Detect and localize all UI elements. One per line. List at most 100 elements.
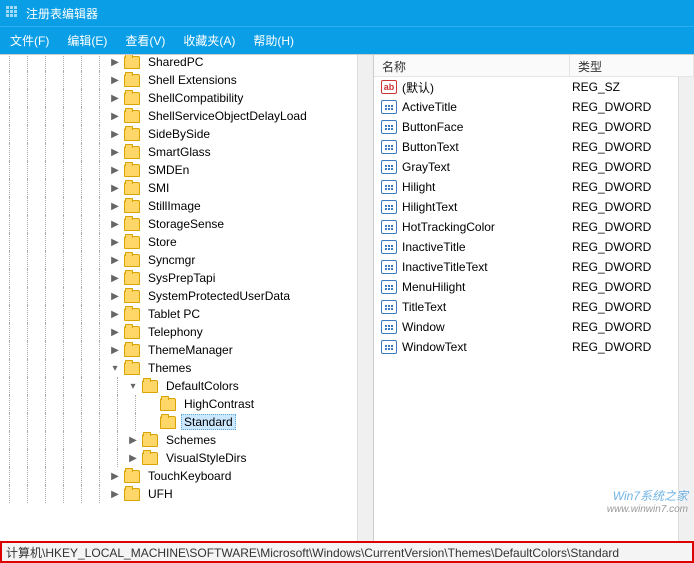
value-row[interactable]: GrayTextREG_DWORD bbox=[374, 157, 694, 177]
folder-icon bbox=[160, 416, 176, 429]
chevron-right-icon[interactable]: ▶ bbox=[108, 217, 122, 231]
value-row[interactable]: ab(默认)REG_SZ bbox=[374, 77, 694, 97]
chevron-right-icon[interactable]: ▶ bbox=[126, 433, 140, 447]
value-row[interactable]: TitleTextREG_DWORD bbox=[374, 297, 694, 317]
tree-item-label: UFH bbox=[145, 486, 176, 502]
value-name: HotTrackingColor bbox=[402, 220, 572, 234]
tree-item[interactable]: ▶ShellCompatibility bbox=[0, 89, 373, 107]
chevron-right-icon[interactable]: ▶ bbox=[108, 199, 122, 213]
tree-item[interactable]: ▶SystemProtectedUserData bbox=[0, 287, 373, 305]
chevron-right-icon[interactable]: ▶ bbox=[108, 73, 122, 87]
value-row[interactable]: WindowTextREG_DWORD bbox=[374, 337, 694, 357]
menu-view[interactable]: 查看(V) bbox=[125, 32, 165, 49]
value-row[interactable]: HotTrackingColorREG_DWORD bbox=[374, 217, 694, 237]
chevron-right-icon[interactable]: ▶ bbox=[108, 469, 122, 483]
tree-item[interactable]: ▶Store bbox=[0, 233, 373, 251]
chevron-right-icon[interactable]: ▶ bbox=[108, 487, 122, 501]
values-pane[interactable]: 名称 类型 ab(默认)REG_SZActiveTitleREG_DWORDBu… bbox=[374, 55, 694, 541]
value-name: InactiveTitle bbox=[402, 240, 572, 254]
value-row[interactable]: ActiveTitleREG_DWORD bbox=[374, 97, 694, 117]
chevron-right-icon[interactable]: ▶ bbox=[108, 109, 122, 123]
value-row[interactable]: HilightTextREG_DWORD bbox=[374, 197, 694, 217]
value-type: REG_DWORD bbox=[572, 200, 651, 214]
folder-icon bbox=[124, 488, 140, 501]
chevron-right-icon[interactable]: ▶ bbox=[108, 127, 122, 141]
value-row[interactable]: WindowREG_DWORD bbox=[374, 317, 694, 337]
folder-icon bbox=[160, 398, 176, 411]
tree-item-label: SideBySide bbox=[145, 126, 213, 142]
tree-item[interactable]: ▶ StillImage bbox=[0, 197, 373, 215]
menu-edit[interactable]: 编辑(E) bbox=[67, 32, 107, 49]
chevron-right-icon[interactable]: ▶ bbox=[108, 235, 122, 249]
chevron-right-icon[interactable]: ▶ bbox=[108, 91, 122, 105]
tree-item[interactable]: ▶SMDEn bbox=[0, 161, 373, 179]
folder-icon bbox=[124, 254, 140, 267]
value-type: REG_SZ bbox=[572, 80, 620, 94]
folder-icon bbox=[142, 452, 158, 465]
folder-icon bbox=[124, 56, 140, 69]
chevron-right-icon[interactable]: ▶ bbox=[108, 253, 122, 267]
tree-item-label: StillImage bbox=[145, 198, 204, 214]
tree-item[interactable]: ▶SmartGlass bbox=[0, 143, 373, 161]
menu-file[interactable]: 文件(F) bbox=[10, 32, 49, 49]
tree-item[interactable]: ▶ SMI bbox=[0, 179, 373, 197]
tree-item-label: HighContrast bbox=[181, 396, 257, 412]
folder-icon bbox=[124, 218, 140, 231]
tree-item[interactable]: ▶Schemes bbox=[0, 431, 373, 449]
chevron-right-icon[interactable]: ▶ bbox=[108, 325, 122, 339]
chevron-right-icon[interactable]: ▶ bbox=[108, 289, 122, 303]
folder-icon bbox=[124, 470, 140, 483]
tree-item[interactable]: ▶Telephony bbox=[0, 323, 373, 341]
tree-item[interactable]: ▶ShellServiceObjectDelayLoad bbox=[0, 107, 373, 125]
value-type: REG_DWORD bbox=[572, 280, 651, 294]
tree-item[interactable]: ▶TouchKeyboard bbox=[0, 467, 373, 485]
value-row[interactable]: InactiveTitleREG_DWORD bbox=[374, 237, 694, 257]
tree-item[interactable]: ▾Themes bbox=[0, 359, 373, 377]
value-row[interactable]: MenuHilightREG_DWORD bbox=[374, 277, 694, 297]
value-type: REG_DWORD bbox=[572, 100, 651, 114]
tree-item[interactable]: ▾DefaultColors bbox=[0, 377, 373, 395]
value-row[interactable]: ButtonFaceREG_DWORD bbox=[374, 117, 694, 137]
tree-item[interactable]: ▶SysPrepTapi bbox=[0, 269, 373, 287]
tree-item[interactable]: ▶SharedPC bbox=[0, 55, 373, 71]
dword-value-icon bbox=[380, 159, 398, 175]
value-type: REG_DWORD bbox=[572, 320, 651, 334]
chevron-right-icon[interactable]: ▶ bbox=[108, 163, 122, 177]
tree-item[interactable]: ▶Tablet PC bbox=[0, 305, 373, 323]
tree-item[interactable]: ▶VisualStyleDirs bbox=[0, 449, 373, 467]
dword-value-icon bbox=[380, 219, 398, 235]
values-scrollbar[interactable] bbox=[678, 77, 694, 541]
column-name[interactable]: 名称 bbox=[374, 55, 570, 76]
chevron-right-icon[interactable]: ▶ bbox=[108, 307, 122, 321]
chevron-down-icon[interactable]: ▾ bbox=[108, 361, 122, 375]
tree-scrollbar[interactable] bbox=[357, 55, 373, 541]
folder-icon bbox=[124, 290, 140, 303]
value-row[interactable]: InactiveTitleTextREG_DWORD bbox=[374, 257, 694, 277]
app-icon bbox=[6, 6, 20, 20]
tree-item[interactable]: ▶ StorageSense bbox=[0, 215, 373, 233]
chevron-right-icon[interactable]: ▶ bbox=[108, 55, 122, 69]
tree-item[interactable]: ▶Shell Extensions bbox=[0, 71, 373, 89]
chevron-right-icon[interactable]: ▶ bbox=[108, 271, 122, 285]
chevron-right-icon[interactable]: ▶ bbox=[108, 145, 122, 159]
tree-item-label: SMI bbox=[145, 180, 172, 196]
tree-item[interactable]: HighContrast bbox=[0, 395, 373, 413]
chevron-right-icon[interactable]: ▶ bbox=[108, 343, 122, 357]
value-type: REG_DWORD bbox=[572, 340, 651, 354]
tree-item[interactable]: ▶ SideBySide bbox=[0, 125, 373, 143]
column-type[interactable]: 类型 bbox=[570, 55, 694, 76]
chevron-right-icon[interactable]: ▶ bbox=[108, 181, 122, 195]
tree-item[interactable]: ▶ThemeManager bbox=[0, 341, 373, 359]
value-row[interactable]: ButtonTextREG_DWORD bbox=[374, 137, 694, 157]
tree-item[interactable]: ▶ UFH bbox=[0, 485, 373, 503]
chevron-down-icon[interactable]: ▾ bbox=[126, 379, 140, 393]
tree-item-label: StorageSense bbox=[145, 216, 227, 232]
tree-item[interactable]: Standard bbox=[0, 413, 373, 431]
value-type: REG_DWORD bbox=[572, 240, 651, 254]
menu-favorites[interactable]: 收藏夹(A) bbox=[183, 32, 235, 49]
value-row[interactable]: HilightREG_DWORD bbox=[374, 177, 694, 197]
tree-item[interactable]: ▶Syncmgr bbox=[0, 251, 373, 269]
tree-pane[interactable]: ▶SharedPC▶Shell Extensions▶ShellCompatib… bbox=[0, 55, 374, 541]
menu-help[interactable]: 帮助(H) bbox=[253, 32, 294, 49]
chevron-right-icon[interactable]: ▶ bbox=[126, 451, 140, 465]
